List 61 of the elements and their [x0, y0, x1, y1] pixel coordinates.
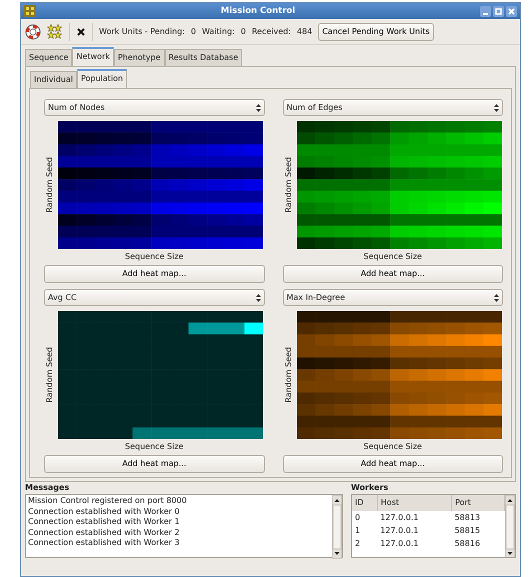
status-value: 484 [296, 26, 312, 38]
table-cell: 58813 [452, 511, 504, 524]
message-line: Connection established with Worker 0 [28, 506, 181, 517]
spinner-icon [256, 294, 260, 302]
window-title: Mission Control [220, 4, 296, 18]
scrollbar[interactable] [332, 495, 342, 559]
lifebuoy-icon[interactable] [25, 24, 41, 40]
column-header[interactable]: Port [452, 495, 504, 511]
status-label: Work Units - Pending: [99, 26, 185, 38]
add-heat-map-button[interactable]: Add heat map... [44, 265, 264, 283]
subtab[interactable]: Individual [30, 71, 77, 88]
metric-dropdown[interactable]: Num of Edges [282, 99, 503, 116]
axis-label: Random Seed [44, 347, 55, 403]
status-label: Received: [252, 26, 291, 38]
metric-dropdown[interactable]: Avg CC [44, 289, 264, 306]
message-line: Connection established with Worker 1 [28, 517, 181, 528]
maximize-icon[interactable] [493, 6, 504, 16]
tab[interactable]: Sequence [25, 49, 72, 66]
table-cell-text: 58816 [454, 538, 482, 550]
tab[interactable]: Results Database [164, 49, 242, 66]
group-title: Workers [351, 482, 390, 494]
spinner-icon [256, 104, 260, 112]
axis-label: Sequence Size [124, 441, 184, 453]
column-header[interactable]: Host [377, 495, 452, 511]
message-line: Connection established with Worker 2 [28, 528, 181, 538]
axis-label: Sequence Size [362, 251, 423, 263]
tab[interactable]: Network [72, 47, 114, 66]
table-cell-text: 127.0.0.1 [379, 524, 420, 536]
add-heat-map-button[interactable]: Add heat map... [282, 455, 503, 473]
minimize-icon[interactable] [480, 6, 491, 16]
table-cell: 0 [352, 511, 378, 524]
message-line: Mission Control registered on port 8000 [28, 496, 188, 506]
stars-icon[interactable] [47, 24, 63, 40]
status-value: 0 [190, 26, 196, 38]
spinner-icon [494, 104, 499, 112]
scrollbar[interactable] [505, 495, 515, 557]
tab[interactable]: Phenotype [114, 49, 165, 66]
subtab[interactable]: Population [76, 69, 127, 88]
app-icon [24, 5, 36, 17]
table-cell-text: 127.0.0.1 [379, 538, 420, 550]
message-line: Connection established with Worker 3 [28, 538, 181, 548]
metric-dropdown[interactable]: Max In-Degree [282, 289, 503, 306]
table-cell-text: 1 [354, 524, 362, 536]
axis-label: Sequence Size [362, 441, 423, 453]
table-cell: 127.0.0.1 [377, 511, 452, 524]
spinner-icon [494, 294, 499, 302]
table-cell-text: 58815 [454, 524, 482, 536]
axis-label: Random Seed [282, 157, 294, 213]
add-heat-map-button[interactable]: Add heat map... [282, 265, 503, 283]
axis-label: Sequence Size [124, 251, 184, 263]
status-label: Waiting: [202, 26, 235, 38]
add-heat-map-button[interactable]: Add heat map... [44, 455, 264, 473]
close-icon[interactable] [76, 26, 86, 36]
group-title: Messages [25, 482, 70, 494]
cancel-button[interactable]: Cancel Pending Work Units [318, 22, 434, 40]
axis-label: Random Seed [44, 157, 55, 213]
axis-label: Random Seed [282, 347, 294, 403]
column-header[interactable]: ID [352, 495, 378, 511]
table-cell-text: 2 [354, 538, 362, 550]
metric-dropdown[interactable]: Num of Nodes [44, 99, 264, 116]
status-value: 0 [240, 26, 246, 38]
